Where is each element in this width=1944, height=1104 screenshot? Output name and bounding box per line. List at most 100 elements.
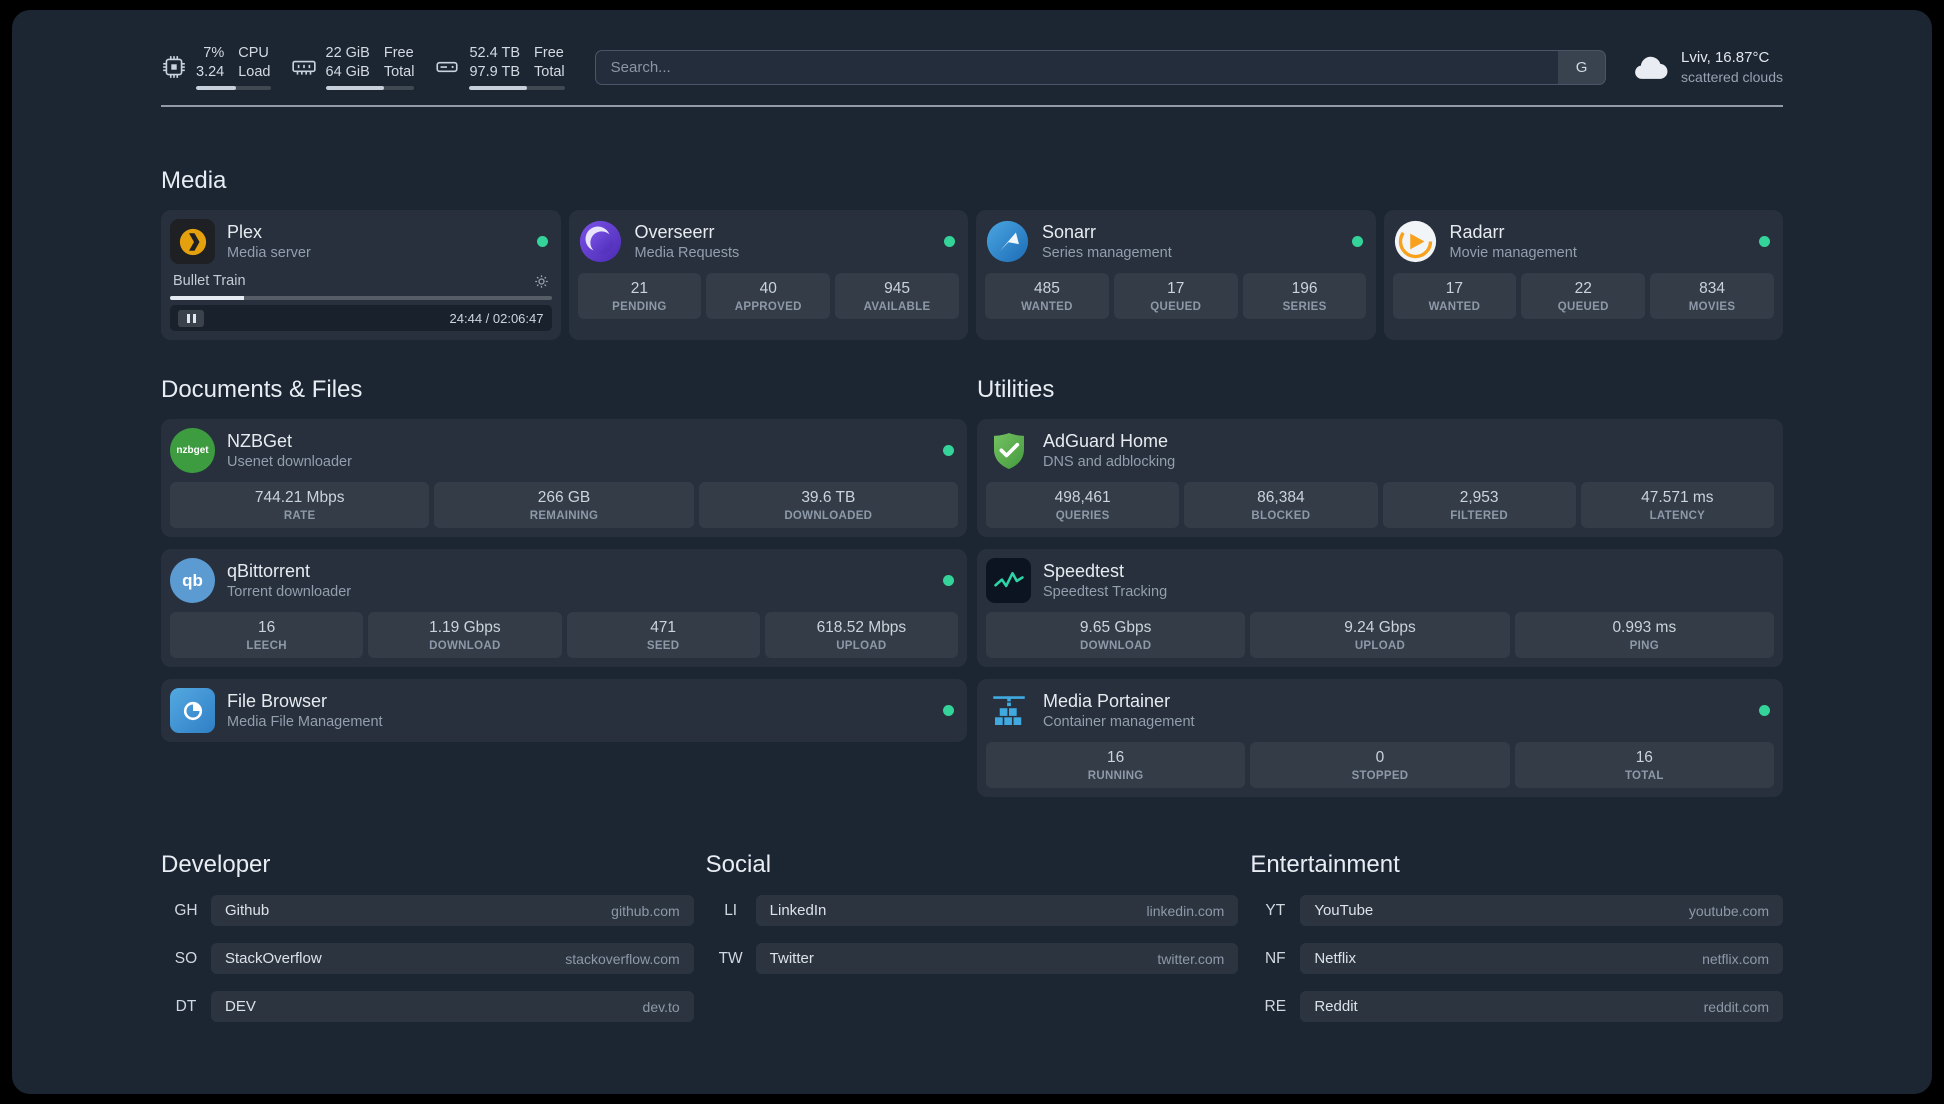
cpu-icon (161, 54, 187, 80)
service-subtitle: Torrent downloader (227, 584, 352, 601)
cloud-icon (1632, 52, 1670, 82)
stat-value: 16 (1107, 749, 1125, 767)
cpu-load-label: Load (238, 64, 271, 81)
section-social: Social LI LinkedIn linkedin.com TW Twitt… (706, 851, 1239, 1022)
stat-box: 498,461 QUERIES (986, 482, 1180, 529)
bookmark-dev[interactable]: DT DEV dev.to (161, 991, 694, 1023)
service-link-nzbget[interactable]: nzbget NZBGet Usenet downloader (170, 428, 958, 474)
service-link-overseerr[interactable]: Overseerr Media Requests (578, 219, 960, 264)
bookmark-domain: stackoverflow.com (565, 950, 680, 967)
service-subtitle: Series management (1042, 245, 1172, 262)
service-link-plex[interactable]: Plex Media server (170, 219, 552, 265)
stat-value: 9.65 Gbps (1079, 619, 1152, 637)
service-name: Sonarr (1042, 222, 1097, 243)
card-sonarr: Sonarr Series management 485 WANTED 17 Q… (976, 210, 1376, 341)
search-bar: G (594, 49, 1607, 85)
bookmark-abbr: NF (1264, 949, 1286, 967)
status-dot (1759, 236, 1770, 248)
sonarr-icon (985, 219, 1030, 264)
stat-label: TOTAL (1624, 770, 1664, 783)
stat-box: 1.19 Gbps DOWNLOAD (368, 612, 562, 659)
service-name: File Browser (227, 691, 328, 712)
bookmark-stackoverflow[interactable]: SO StackOverflow stackoverflow.com (161, 943, 694, 975)
bookmark-domain: twitter.com (1157, 950, 1225, 967)
stat-label: LEECH (246, 640, 287, 653)
service-link-radarr[interactable]: Radarr Movie management (1393, 219, 1775, 264)
service-subtitle: Media Requests (634, 245, 740, 262)
stat-value: 9.24 Gbps (1344, 619, 1416, 637)
section-title-entertainment: Entertainment (1250, 851, 1400, 879)
bookmark-abbr: DT (175, 997, 197, 1015)
service-link-speedtest[interactable]: Speedtest Speedtest Tracking (986, 558, 1774, 604)
bookmark-twitter[interactable]: TW Twitter twitter.com (706, 943, 1239, 975)
filebrowser-icon (170, 688, 215, 734)
stat-value: 17 (1167, 280, 1185, 298)
section-title-media: Media (161, 167, 227, 195)
bookmark-youtube[interactable]: YT YouTube youtube.com (1250, 895, 1783, 927)
search-provider-button[interactable]: G (1558, 49, 1607, 85)
bookmark-name: Github (225, 902, 270, 920)
service-link-filebrowser[interactable]: File Browser Media File Management (170, 688, 958, 734)
bookmark-domain: netflix.com (1702, 950, 1769, 967)
bookmark-reddit[interactable]: RE Reddit reddit.com (1250, 991, 1783, 1023)
weather-condition: scattered clouds (1681, 68, 1783, 85)
memory-total-label: Total (383, 64, 415, 81)
stat-value: 17 (1445, 280, 1464, 298)
bookmark-name: Netflix (1314, 950, 1357, 968)
stat-box: 945 AVAILABLE (835, 273, 959, 320)
bookmark-linkedin[interactable]: LI LinkedIn linkedin.com (706, 895, 1239, 927)
service-subtitle: DNS and adblocking (1043, 454, 1176, 471)
stat-label: DOWNLOADED (784, 510, 873, 523)
bookmark-github[interactable]: GH Github github.com (161, 895, 694, 927)
stat-label: UPLOAD (1354, 640, 1406, 653)
section-developer: Developer GH Github github.com SO StackO… (161, 851, 694, 1023)
header-divider (161, 105, 1783, 108)
pause-button[interactable] (178, 309, 204, 327)
bookmark-netflix[interactable]: NF Netflix netflix.com (1250, 943, 1783, 975)
service-link-qbittorrent[interactable]: qb qBittorrent Torrent downloader (170, 558, 958, 604)
weather-widget: Lviv, 16.87°C scattered clouds (1632, 48, 1783, 87)
stat-value: 498,461 (1054, 489, 1111, 507)
card-plex: Plex Media server Bullet Train 24:44 / 0… (161, 210, 561, 341)
section-utilities: Utilities AdGuard Home DNS and adblockin… (977, 376, 1783, 798)
section-entertainment: Entertainment YT YouTube youtube.com NF … (1250, 851, 1783, 1023)
status-dot (1759, 705, 1770, 717)
service-link-portainer[interactable]: Media Portainer Container management (986, 688, 1774, 733)
stat-box: 21 PENDING (577, 273, 702, 320)
stat-label: DOWNLOAD (1079, 640, 1152, 653)
service-subtitle: Media File Management (227, 714, 383, 731)
status-dot (943, 445, 954, 457)
stat-label: UPLOAD (836, 640, 887, 653)
service-subtitle: Movie management (1449, 245, 1577, 262)
bookmark-domain: dev.to (642, 998, 680, 1015)
service-link-sonarr[interactable]: Sonarr Series management (985, 219, 1367, 264)
bookmark-abbr: YT (1265, 901, 1286, 919)
stat-box: 47.571 ms LATENCY (1580, 482, 1774, 529)
section-files: Documents & Files nzbget NZBGet Usenet d… (161, 376, 967, 797)
bookmark-name: DEV (225, 998, 256, 1016)
stat-label: PING (1629, 640, 1659, 653)
search-input[interactable] (594, 49, 1559, 85)
disk-progress-fill (469, 86, 527, 91)
stat-value: 86,384 (1257, 489, 1305, 507)
seek-bar[interactable] (170, 296, 552, 301)
section-media: Media Plex Media server Bullet Train 24:… (161, 167, 1783, 341)
plex-icon (170, 219, 215, 265)
stat-box: 40 APPROVED (706, 273, 831, 320)
disk-widget: 52.4 TB 97.9 TB Free Total (434, 44, 565, 91)
stat-value: 0 (1375, 749, 1385, 767)
gear-icon[interactable] (534, 274, 549, 289)
stat-box: 16 RUNNING (986, 742, 1246, 789)
speedtest-icon (986, 558, 1031, 604)
stat-value: 744.21 Mbps (254, 489, 345, 507)
stat-value: 834 (1699, 280, 1725, 298)
memory-free: 22 GiB (325, 45, 370, 61)
stat-label: PENDING (612, 301, 667, 314)
service-name: Speedtest (1043, 561, 1125, 582)
bookmark-abbr: TW (718, 949, 743, 967)
seek-bar-fill (170, 296, 245, 301)
memory-icon (291, 54, 317, 80)
service-name: Radarr (1449, 222, 1505, 243)
service-link-adguard[interactable]: AdGuard Home DNS and adblocking (986, 428, 1774, 473)
cpu-label: CPU (238, 45, 269, 61)
